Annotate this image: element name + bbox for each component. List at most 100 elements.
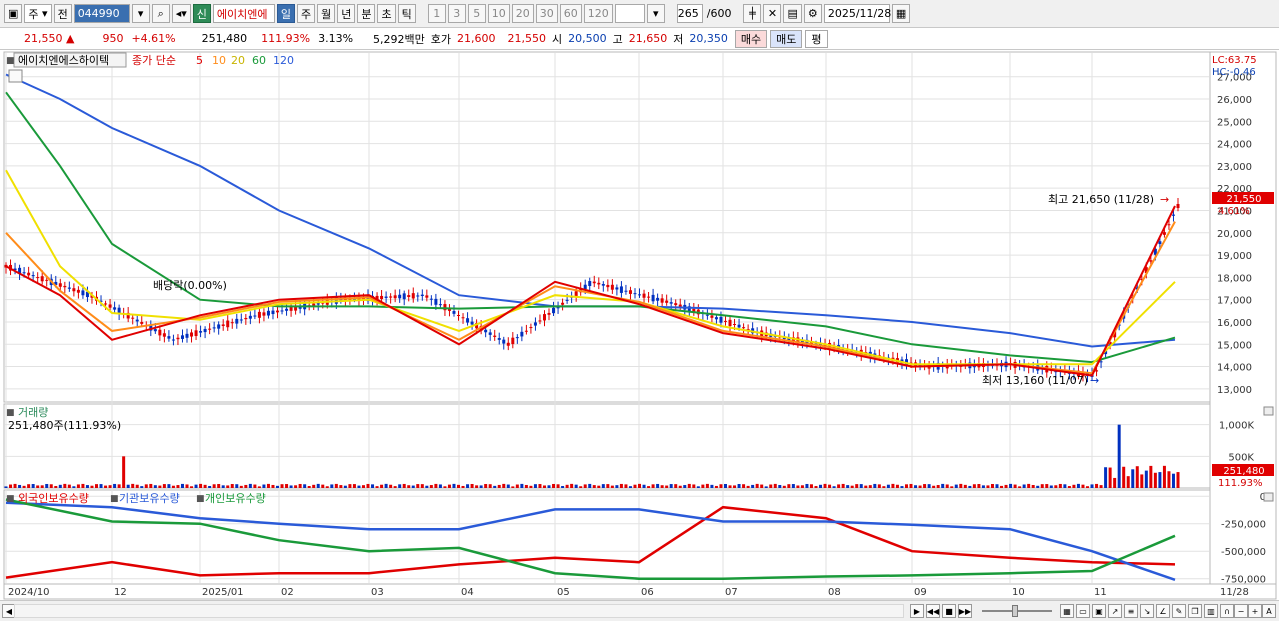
sell-button[interactable]: 매도 [770, 29, 803, 48]
font-size-icon[interactable]: A [1262, 604, 1276, 618]
tool-window-icon[interactable]: ▣ [1092, 604, 1106, 618]
zoom-in-icon[interactable]: + [1248, 604, 1262, 618]
tool-line-icon[interactable]: ↘ [1140, 604, 1154, 618]
forward-icon[interactable]: ▶▶ [958, 604, 972, 618]
volume-bar [1176, 472, 1180, 488]
volume-bar [190, 486, 194, 488]
period-week[interactable]: 주 [296, 4, 316, 23]
period-year[interactable]: 년 [337, 4, 356, 23]
custom-interval-dropdown-icon[interactable]: ▾ [646, 4, 665, 23]
tool-trend-icon[interactable]: ↗ [1108, 604, 1122, 618]
interval-1[interactable]: 1 [427, 4, 446, 23]
volume-bar [1167, 471, 1171, 488]
candle-body [158, 329, 162, 336]
candle-body [660, 298, 664, 303]
volume-bar [524, 484, 528, 488]
save-icon[interactable]: ▤ [783, 4, 802, 23]
code-dropdown-icon[interactable]: ▾ [131, 4, 150, 23]
candle-body [76, 289, 80, 293]
ma-label-5: 5 [196, 54, 203, 67]
holding-label-individual: 개인보유수량 [205, 492, 266, 505]
rewind-icon[interactable]: ◀◀ [926, 604, 940, 618]
volume-collapse-icon[interactable] [1263, 406, 1274, 416]
stock-chart[interactable]: 27,00026,00025,00024,00023,00022,00021,0… [0, 50, 1279, 600]
candle-body [384, 296, 388, 298]
layout-icon[interactable]: ▣ [4, 4, 23, 23]
market-select[interactable]: 주 ▾ [24, 4, 52, 23]
volume-bar [298, 483, 302, 488]
candle-body [271, 310, 275, 315]
price-y-tick: 25,000 [1217, 117, 1252, 128]
date-input[interactable]: 2025/11/28 [823, 4, 891, 23]
interval-30[interactable]: 30 [535, 4, 558, 23]
candle-body [1149, 260, 1153, 262]
period-minute[interactable]: 분 [357, 4, 376, 23]
custom-interval-input[interactable] [614, 4, 645, 23]
volume-bar [728, 485, 732, 488]
volume-bar [384, 483, 388, 488]
table-icon[interactable] [8, 69, 23, 83]
volume-bar [891, 483, 895, 488]
volume-bar [90, 485, 94, 488]
period-second[interactable]: 초 [377, 4, 396, 23]
volume-bar [773, 483, 777, 488]
tool-copy-icon[interactable]: ❐ [1188, 604, 1202, 618]
magnet-icon[interactable]: ∩ [1220, 604, 1234, 618]
volume-bar [1131, 469, 1135, 488]
stock-name-field[interactable]: 에이치엔에 [212, 4, 275, 23]
price-y-tick: 18,000 [1217, 273, 1252, 284]
interval-60[interactable]: 60 [559, 4, 582, 23]
volume-bar [719, 484, 723, 488]
count-input[interactable]: 265 [676, 4, 703, 23]
horizontal-scrollbar[interactable] [14, 604, 904, 618]
volume-bar [1013, 484, 1017, 488]
holding-collapse-icon[interactable] [1263, 492, 1274, 502]
zoom-slider-handle[interactable] [1012, 605, 1018, 617]
tool-box-icon[interactable]: ▭ [1076, 604, 1090, 618]
tool-grid-icon[interactable]: ▦ [1060, 604, 1074, 618]
candle-type-icon[interactable]: ╪ [743, 4, 762, 23]
volume-bar [642, 484, 646, 488]
candle-body [583, 284, 587, 290]
volume-bar [638, 483, 642, 488]
candle-body [633, 293, 637, 295]
volume-bar [669, 484, 673, 488]
interval-5[interactable]: 5 [467, 4, 486, 23]
candle-body [221, 324, 225, 326]
search-icon[interactable]: ⌕ [151, 4, 170, 23]
buy-button[interactable]: 매수 [734, 29, 768, 48]
calendar-icon[interactable]: ▦ [891, 4, 911, 23]
interval-10[interactable]: 10 [487, 4, 510, 23]
tool-fib-icon[interactable]: ≡ [1124, 604, 1138, 618]
volume-bar [126, 484, 130, 488]
tool-draw-icon[interactable]: ✎ [1172, 604, 1186, 618]
volume-bar [357, 485, 361, 488]
sound-icon[interactable]: ◂▾ [171, 4, 191, 23]
period-month[interactable]: 월 [317, 4, 336, 23]
volume-bar [542, 485, 546, 488]
candle-body [171, 339, 175, 341]
stop-icon[interactable]: ■ [942, 604, 956, 618]
volume-bar [1031, 484, 1035, 488]
volume-bar [615, 485, 619, 488]
interval-20[interactable]: 20 [511, 4, 534, 23]
new-badge[interactable]: 신 [192, 4, 211, 23]
tool-angle-icon[interactable]: ∠ [1156, 604, 1170, 618]
period-day[interactable]: 일 [276, 4, 295, 23]
scroll-right-icon[interactable]: ▶ [910, 604, 924, 618]
interval-120[interactable]: 120 [583, 4, 613, 23]
period-tick[interactable]: 틱 [397, 4, 416, 23]
crosshair-icon[interactable]: ✕ [763, 4, 782, 23]
holding-marker-icon: ■ [6, 494, 15, 504]
volume-bar [271, 484, 275, 488]
code-input[interactable]: 044990 [73, 4, 130, 23]
volume-bar [882, 486, 886, 488]
eval-button[interactable]: 평 [805, 29, 828, 48]
gear-icon[interactable]: ⚙ [803, 4, 822, 23]
prev-button[interactable]: 전 [53, 4, 72, 23]
tool-chart-icon[interactable]: ▥ [1204, 604, 1218, 618]
zoom-out-icon[interactable]: − [1234, 604, 1248, 618]
candle-body [515, 337, 519, 339]
interval-3[interactable]: 3 [447, 4, 466, 23]
volume-bar [633, 484, 637, 488]
